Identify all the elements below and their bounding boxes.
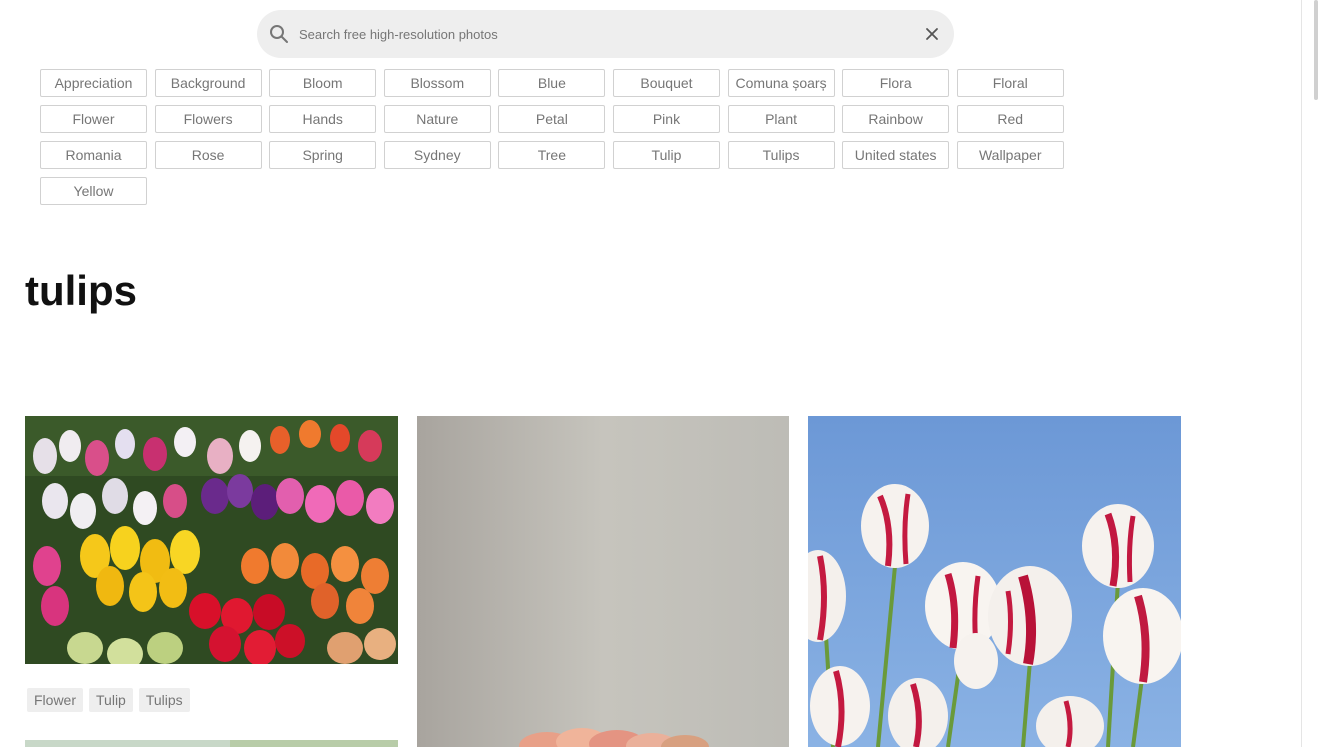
tag-background[interactable]: Background: [154, 69, 262, 97]
photo-next[interactable]: [25, 740, 398, 747]
tag-flowers[interactable]: Flowers: [154, 105, 262, 133]
tag-blossom[interactable]: Blossom: [383, 69, 491, 97]
page-title: tulips: [25, 267, 137, 314]
tag-appreciation[interactable]: Appreciation: [40, 69, 147, 97]
tag-bloom[interactable]: Bloom: [269, 69, 377, 97]
photo-tag-flower[interactable]: Flower: [27, 688, 84, 712]
tag-flower[interactable]: Flower: [40, 105, 147, 133]
tag-wallpaper[interactable]: Wallpaper: [956, 141, 1064, 169]
scrollbar-thumb[interactable]: [1314, 0, 1318, 100]
photo-tag-tulips[interactable]: Tulips: [138, 688, 190, 712]
tag-sydney[interactable]: Sydney: [383, 141, 491, 169]
search-icon[interactable]: [269, 24, 289, 44]
tag-romania[interactable]: Romania: [40, 141, 147, 169]
tag-plant[interactable]: Plant: [727, 105, 835, 133]
photo-tags: Flower Tulip Tulips: [27, 688, 190, 712]
photo-tulip-bouquet[interactable]: [417, 416, 789, 747]
tag-petal[interactable]: Petal: [498, 105, 606, 133]
tag-yellow[interactable]: Yellow: [40, 177, 147, 205]
photo-tulip-market[interactable]: [25, 416, 398, 664]
close-icon[interactable]: [923, 25, 941, 43]
tag-red[interactable]: Red: [956, 105, 1064, 133]
tag-floral[interactable]: Floral: [956, 69, 1064, 97]
search-input[interactable]: [299, 10, 899, 58]
tag-hands[interactable]: Hands: [269, 105, 377, 133]
search-bar: [257, 10, 954, 58]
tag-tulip[interactable]: Tulip: [612, 141, 720, 169]
tag-nature[interactable]: Nature: [383, 105, 491, 133]
photo-tulips-sky[interactable]: [808, 416, 1181, 747]
related-tags: Appreciation Background Bloom Blossom Bl…: [40, 69, 1080, 205]
tag-flora[interactable]: Flora: [842, 69, 950, 97]
tag-tree[interactable]: Tree: [498, 141, 606, 169]
tag-comuna-soars[interactable]: Comuna șoarș: [727, 69, 835, 97]
tag-tulips[interactable]: Tulips: [727, 141, 835, 169]
tag-blue[interactable]: Blue: [498, 69, 606, 97]
photo-tag-tulip[interactable]: Tulip: [89, 688, 133, 712]
tag-pink[interactable]: Pink: [612, 105, 720, 133]
tag-spring[interactable]: Spring: [269, 141, 377, 169]
tag-rainbow[interactable]: Rainbow: [842, 105, 950, 133]
tag-bouquet[interactable]: Bouquet: [612, 69, 720, 97]
scrollbar-track[interactable]: [1301, 0, 1319, 747]
tag-united-states[interactable]: United states: [842, 141, 950, 169]
tag-rose[interactable]: Rose: [154, 141, 262, 169]
